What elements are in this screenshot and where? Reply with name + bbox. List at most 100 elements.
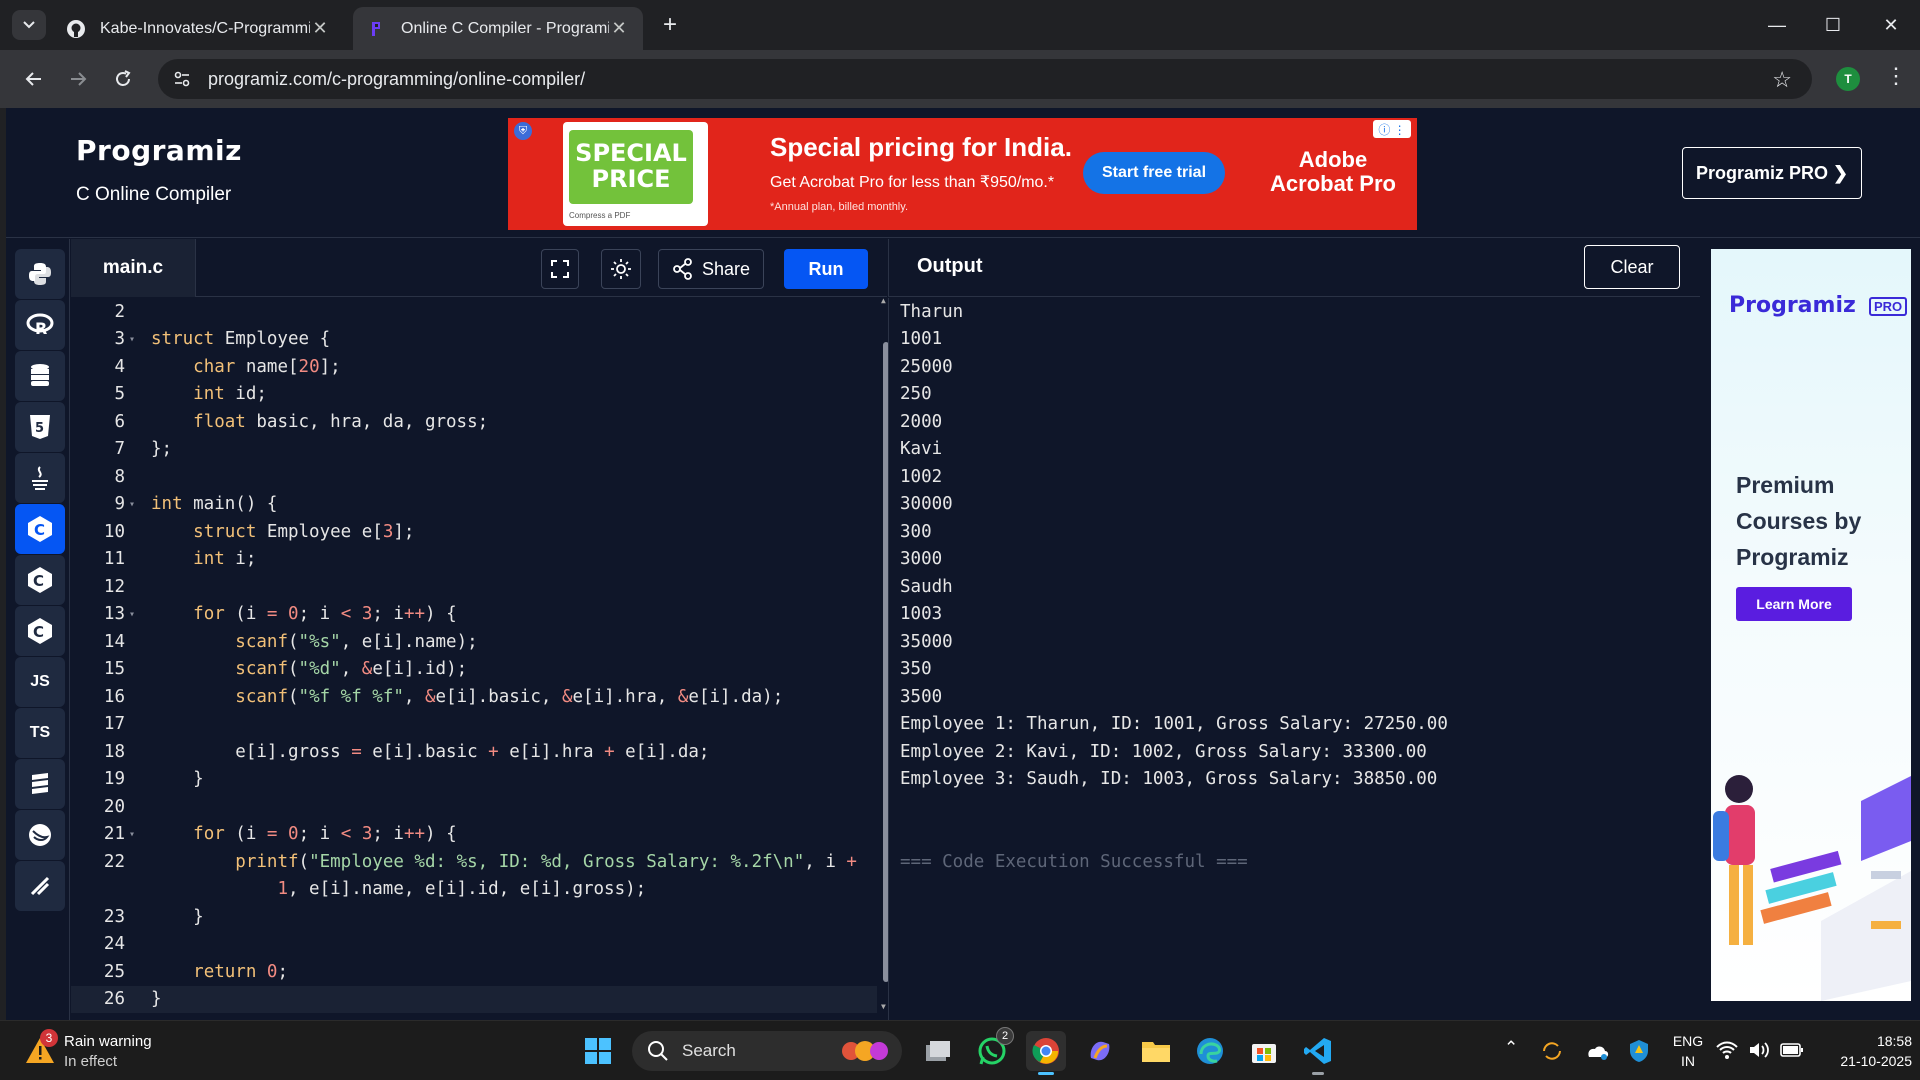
wifi-icon[interactable] bbox=[1716, 1040, 1738, 1060]
share-button[interactable]: Share bbox=[658, 249, 764, 289]
sidebar-item-c[interactable]: C bbox=[15, 504, 65, 554]
theme-toggle-button[interactable] bbox=[601, 249, 641, 289]
sidebar-item-java[interactable] bbox=[15, 453, 65, 503]
close-icon[interactable]: ✕ bbox=[609, 18, 629, 39]
fullscreen-button[interactable] bbox=[541, 249, 579, 289]
fold-chevron-icon[interactable]: ▾ bbox=[129, 334, 141, 345]
code-line[interactable]: 14 scanf("%s", e[i].name); bbox=[71, 628, 877, 656]
weather-title[interactable]: Rain warning bbox=[64, 1033, 152, 1050]
close-window-button[interactable]: ✕ bbox=[1866, 8, 1916, 42]
minimize-button[interactable]: — bbox=[1752, 8, 1802, 42]
code-line[interactable]: 1, e[i].name, e[i].id, e[i].gross); bbox=[71, 876, 877, 904]
code-line[interactable]: 15 scanf("%d", &e[i].id); bbox=[71, 656, 877, 684]
browser-menu-icon[interactable]: ⋮ bbox=[1885, 63, 1907, 89]
code-line[interactable]: 12 bbox=[71, 573, 877, 601]
store-button[interactable] bbox=[1244, 1031, 1284, 1071]
fold-chevron-icon[interactable]: ▾ bbox=[129, 829, 141, 840]
code-line[interactable]: 3 ▾ struct Employee { bbox=[71, 326, 877, 354]
code-line[interactable]: 4 char name[20]; bbox=[71, 353, 877, 381]
taskbar-clock[interactable]: 18:58 21-10-2025 bbox=[1812, 1031, 1912, 1071]
code-line[interactable]: 9 ▾ int main() { bbox=[71, 491, 877, 519]
file-tab-main-c[interactable]: main.c bbox=[71, 239, 196, 297]
output-console[interactable]: Tharun 1001 25000 250 2000 Kavi 1002 30000 300 30… bbox=[888, 298, 1700, 1020]
fold-chevron-icon[interactable]: ▾ bbox=[129, 499, 141, 510]
code-line[interactable]: 16 scanf("%f %f %f", &e[i].basic, &e[i].… bbox=[71, 683, 877, 711]
learn-more-button[interactable]: Learn More bbox=[1736, 587, 1852, 621]
input-language-indicator[interactable]: ENG IN bbox=[1668, 1031, 1708, 1071]
sidebar-item-r[interactable]: R bbox=[15, 300, 65, 350]
task-view-button[interactable] bbox=[918, 1031, 958, 1071]
new-tab-button[interactable]: + bbox=[656, 11, 684, 39]
code-line[interactable]: 8 bbox=[71, 463, 877, 491]
address-bar[interactable]: programiz.com/c-programming/online-compi… bbox=[158, 59, 1812, 99]
code-line[interactable]: 25 return 0; bbox=[71, 958, 877, 986]
ad-banner[interactable]: ⛨ ⓘ ⋮ SPECIAL PRICE Compress a PDF Speci… bbox=[508, 118, 1417, 230]
tab-search-button[interactable] bbox=[12, 10, 46, 40]
code-line[interactable]: 13 ▾ for (i = 0; i < 3; i++) { bbox=[71, 601, 877, 629]
programiz-pro-button[interactable]: Programiz PRO ❯ bbox=[1682, 147, 1862, 199]
sidebar-item-cpp[interactable]: C bbox=[15, 555, 65, 605]
code-line[interactable]: 17 bbox=[71, 711, 877, 739]
whatsapp-button[interactable]: 2 bbox=[972, 1027, 1014, 1071]
volume-icon[interactable] bbox=[1748, 1040, 1772, 1060]
sidebar-item-ts[interactable]: TS bbox=[15, 708, 65, 758]
bookmark-star-icon[interactable]: ☆ bbox=[1772, 67, 1792, 93]
forward-button[interactable] bbox=[62, 63, 94, 95]
code-line[interactable]: 23 } bbox=[71, 903, 877, 931]
onedrive-icon[interactable] bbox=[1584, 1039, 1610, 1061]
sidebar-item-csharp[interactable]: C bbox=[15, 606, 65, 656]
sidebar-item-sql[interactable] bbox=[15, 351, 65, 401]
code-text: printf("Employee %d: %s, ID: %d, Gross S… bbox=[235, 851, 857, 872]
close-icon[interactable]: ✕ bbox=[310, 18, 330, 39]
chrome-button[interactable] bbox=[1026, 1031, 1066, 1075]
scroll-up-icon[interactable]: ▲ bbox=[881, 296, 886, 305]
code-line[interactable]: 6 float basic, hra, da, gross; bbox=[71, 408, 877, 436]
code-line[interactable]: 21 ▾ for (i = 0; i < 3; i++) { bbox=[71, 821, 877, 849]
code-line[interactable]: 18 e[i].gross = e[i].basic + e[i].hra + … bbox=[71, 738, 877, 766]
code-line[interactable]: 24 bbox=[71, 931, 877, 959]
sidebar-item-js[interactable]: JS bbox=[15, 657, 65, 707]
security-shield-icon[interactable] bbox=[1628, 1039, 1650, 1063]
maximize-button[interactable]: ☐ bbox=[1808, 8, 1858, 42]
ad-illustration: SPECIAL PRICE Compress a PDF bbox=[563, 122, 708, 226]
code-line[interactable]: 26} bbox=[71, 985, 877, 1013]
taskbar-search[interactable]: Search bbox=[632, 1031, 902, 1071]
sidebar-item-swift[interactable] bbox=[15, 810, 65, 860]
show-hidden-icons-chevron-icon[interactable]: ⌃ bbox=[1504, 1038, 1518, 1058]
battery-icon[interactable] bbox=[1780, 1042, 1804, 1058]
sidebar-item-html[interactable]: 5 bbox=[15, 402, 65, 452]
fold-chevron-icon[interactable]: ▾ bbox=[129, 609, 141, 620]
vscode-button[interactable] bbox=[1298, 1031, 1338, 1075]
clear-button[interactable]: Clear bbox=[1584, 245, 1680, 289]
sidebar-item-more[interactable] bbox=[15, 861, 65, 911]
code-editor[interactable]: ▲ ▼ 2 3 ▾ struct Employee {4 char name[20];… bbox=[71, 296, 889, 1020]
reload-button[interactable] bbox=[107, 63, 139, 95]
scroll-down-icon[interactable]: ▼ bbox=[881, 1002, 886, 1011]
code-line[interactable]: 19 } bbox=[71, 766, 877, 794]
start-button[interactable] bbox=[578, 1031, 618, 1071]
run-button[interactable]: Run bbox=[784, 249, 868, 289]
profile-avatar[interactable]: T bbox=[1836, 67, 1860, 91]
code-line[interactable]: 5 int id; bbox=[71, 381, 877, 409]
code-line[interactable]: 11 int i; bbox=[71, 546, 877, 574]
code-line[interactable]: 20 bbox=[71, 793, 877, 821]
side-ad[interactable]: Programiz PRO Premium Courses by Program… bbox=[1711, 249, 1911, 1001]
ad-info-icon[interactable]: ⓘ ⋮ bbox=[1373, 120, 1411, 138]
sync-icon[interactable] bbox=[1540, 1039, 1564, 1063]
site-info-icon[interactable] bbox=[162, 59, 202, 99]
code-line[interactable]: 2 bbox=[71, 298, 877, 326]
tab-github[interactable]: Kabe-Innovates/C-Programmin ✕ bbox=[52, 7, 344, 50]
line-number: 22 bbox=[103, 851, 125, 872]
sidebar-item-python[interactable] bbox=[15, 249, 65, 299]
edge-button[interactable] bbox=[1190, 1031, 1230, 1071]
code-line[interactable]: 7}; bbox=[71, 436, 877, 464]
copilot-button[interactable] bbox=[1080, 1031, 1120, 1071]
back-button[interactable] bbox=[18, 63, 50, 95]
sidebar-item-go[interactable] bbox=[15, 759, 65, 809]
tab-programiz[interactable]: Online C Compiler - Programiz ✕ bbox=[353, 7, 643, 50]
code-line[interactable]: 22 printf("Employee %d: %s, ID: %d, Gros… bbox=[71, 848, 877, 876]
programiz-logo[interactable]: Programiz bbox=[76, 134, 242, 167]
code-line[interactable]: 10 struct Employee e[3]; bbox=[71, 518, 877, 546]
file-explorer-button[interactable] bbox=[1136, 1031, 1176, 1071]
ad-start-trial-button[interactable]: Start free trial bbox=[1083, 152, 1225, 194]
